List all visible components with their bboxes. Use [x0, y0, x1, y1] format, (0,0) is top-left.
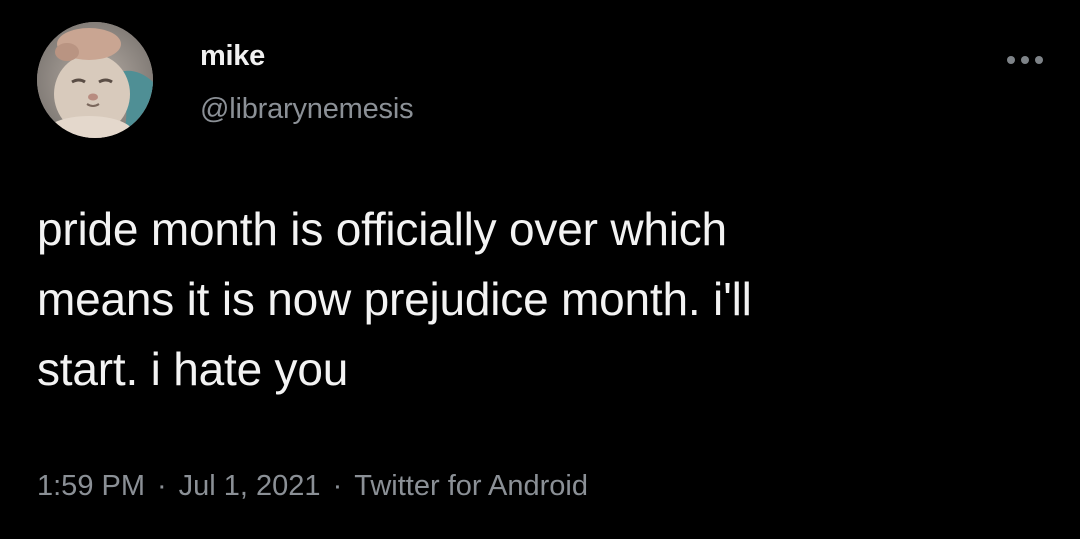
- tweet-meta: 1:59 PM · Jul 1, 2021 · Twitter for Andr…: [37, 470, 588, 503]
- ellipsis-icon[interactable]: [1003, 52, 1047, 68]
- meta-separator: ·: [157, 470, 167, 502]
- meta-separator: ·: [332, 470, 343, 502]
- avatar[interactable]: [37, 22, 153, 138]
- author-handle[interactable]: @librarynemesis: [200, 93, 414, 126]
- tweet-date[interactable]: Jul 1, 2021: [179, 470, 321, 503]
- tweet-time[interactable]: 1:59 PM: [37, 470, 145, 503]
- tweet-text: pride month is officially over which mea…: [37, 203, 752, 395]
- author-display-name[interactable]: mike: [200, 40, 265, 73]
- tweet-card: mike @librarynemesis pride month is offi…: [0, 0, 1080, 539]
- tweet-source[interactable]: Twitter for Android: [354, 470, 588, 503]
- cat-avatar-icon: [37, 22, 153, 138]
